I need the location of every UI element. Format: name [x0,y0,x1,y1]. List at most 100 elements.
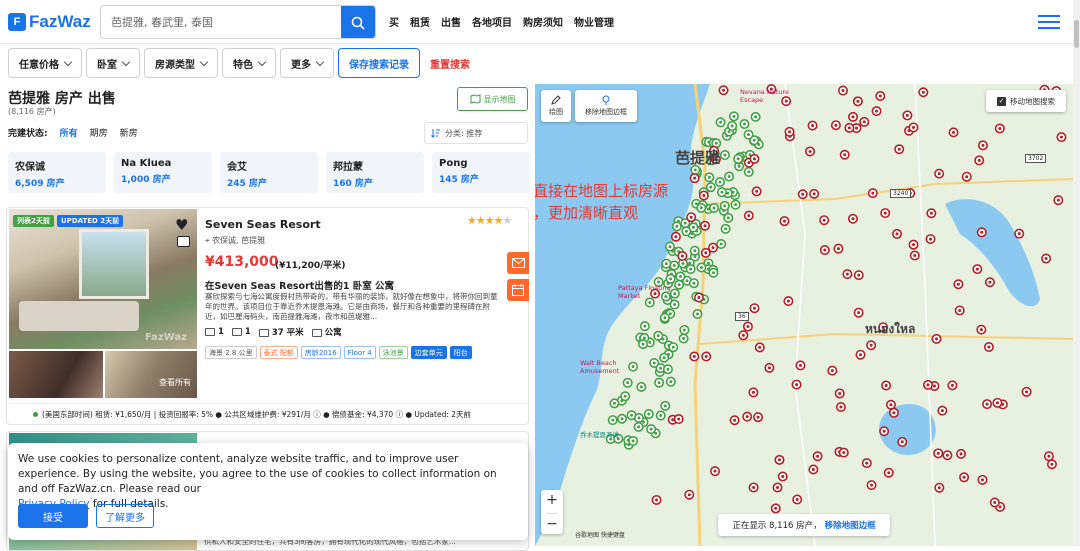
listing-pin-dot [781,474,785,478]
listing-pin-dot [786,299,790,303]
map-status-bar: 正在显示 8,116 房产， 移除地图边框 [718,514,890,536]
status-new[interactable]: 新房 [120,126,138,139]
listing-pin-dot [684,229,688,233]
nav-projects[interactable]: 各地项目 [472,14,512,29]
listing-pin-dot [854,126,858,130]
accept-cookies-button[interactable]: 接受 [18,504,88,528]
listing-pin-dot [875,109,879,113]
listing-pin-dot [980,478,984,482]
listing-pin-dot [998,505,1002,509]
listing-pin-dot [691,225,695,229]
building-icon [311,328,322,337]
listing-pin-dot [995,401,999,405]
map-view[interactable]: 芭提雅 หนองใหล 直接在地图上标房源 ，更加清晰直观 Nevana Nat… [535,84,1073,546]
listing-pin-dot [693,249,697,253]
zoom-in-button[interactable]: + [546,490,558,511]
checkbox-checked-icon[interactable]: ✓ [997,96,1006,106]
search-bar [100,5,376,39]
nav-sale[interactable]: 出售 [441,14,461,29]
logo-text: FazWaz [29,12,91,31]
listing-pin-dot [782,219,786,223]
listing-pin-dot [979,328,983,332]
search-on-move-toggle[interactable]: ✓ 移动地图搜索 [986,90,1066,112]
listing-pin-dot [834,123,838,127]
email-agent-button[interactable] [507,252,529,274]
listing-pin-dot [788,130,792,134]
compare-icon[interactable] [177,236,190,247]
bedroom-spec: 1 [205,327,224,337]
area-card[interactable]: Na Kluea 1,000 房产 [114,152,212,193]
hamburger-menu-icon[interactable] [1038,15,1060,29]
nav-rent[interactable]: 租赁 [410,14,430,29]
status-all[interactable]: 所有 [60,126,78,139]
nav-property-management[interactable]: 物业管理 [574,14,614,29]
price-per-sqm: (¥11,200/平米) [275,261,346,271]
nav-buyer-guide[interactable]: 购房须知 [523,14,563,29]
bath-icon [231,327,242,336]
remove-bounds-button[interactable]: 移除地图边框 [575,90,637,122]
sort-select[interactable]: 分类: 推荐 [424,122,528,144]
listing-pin-dot [758,345,762,349]
area-card[interactable]: Pong 145 房产 [432,152,530,193]
remove-map-bounds-link[interactable]: 移除地图边框 [825,519,876,531]
cookie-text: We use cookies to personalize content, a… [18,453,497,510]
listing-pin-dot [685,279,689,283]
listing-pin-dot [702,193,706,197]
listing-main-photo[interactable]: 列表2天前 UPDATED 2天前 FazWaz [9,209,197,349]
filter-more[interactable]: 更多 [280,48,334,78]
page-scrollbar[interactable] [1073,0,1080,546]
zoom-out-button[interactable]: − [546,512,558,534]
area-card[interactable]: 农保诚 6,509 房产 [8,152,106,193]
filter-property-type[interactable]: 房源类型 [144,48,218,78]
listing-pin-dot [727,130,731,134]
view-all-photos[interactable]: 查看所有 [105,351,197,398]
listing-pin-dot [620,417,624,421]
listing-pin-dot [680,254,684,258]
map-canvas[interactable] [535,84,1073,546]
listing-pin-dot [631,365,635,369]
favorite-heart-icon[interactable]: ♥ [175,216,188,234]
filter-price[interactable]: 任意价格 [8,48,82,78]
listing-pin-dot [865,461,869,465]
listing-pin-dot [699,265,703,269]
chevron-down-icon [63,57,73,66]
listing-pin-dot [959,452,963,456]
save-search-button[interactable]: 保存搜索记录 [338,48,420,78]
nav-buy[interactable]: 买 [389,14,399,29]
status-offplan[interactable]: 期房 [90,126,108,139]
listing-pin-dot [712,206,716,210]
type-spec: 公寓 [311,326,342,338]
listing-pin-dot [940,409,944,413]
reset-search-button[interactable]: 重置搜索 [424,48,476,78]
listing-pin-dot [723,204,727,208]
filter-features[interactable]: 特色 [222,48,276,78]
listing-pin-dot [652,361,656,365]
road-label: 3702 [1025,154,1047,163]
fazwaz-logo[interactable]: F FazWaz [8,10,91,34]
listing-pin-dot [671,345,675,349]
listing-pin-dot [950,383,954,387]
search-input[interactable] [101,6,341,38]
listing-card[interactable]: 列表2天前 UPDATED 2天前 FazWaz ♥ 查看所有 Seven Se… [6,207,529,425]
listing-pin-dot [857,311,861,315]
listing-pin-dot [987,345,991,349]
area-card[interactable]: 邦拉蒙 160 房产 [326,152,424,193]
filter-bedrooms[interactable]: 卧室 [86,48,140,78]
poi-label: 乔木提恩海滩 [580,431,619,439]
schedule-viewing-button[interactable] [507,279,529,301]
area-card[interactable]: 会艾 245 房产 [220,152,318,193]
listing-pin-dot [663,404,667,408]
listing-pin-dot [1050,462,1054,466]
listing-pin-dot [808,149,812,153]
listing-title[interactable]: Seven Seas Resort [205,218,321,231]
draw-button[interactable]: 绘图 [541,90,571,122]
listing-pin-dot [657,381,661,385]
search-button[interactable] [341,6,375,38]
listing-pin-dot [732,114,736,118]
show-map-button[interactable]: 显示地图 [457,87,528,111]
learn-more-button[interactable]: 了解更多 [96,504,154,528]
listing-pin-dot [722,88,726,92]
listing-thumbnail[interactable] [9,351,103,398]
listing-pin-dot [965,175,969,179]
listing-pin-dot [648,301,652,305]
